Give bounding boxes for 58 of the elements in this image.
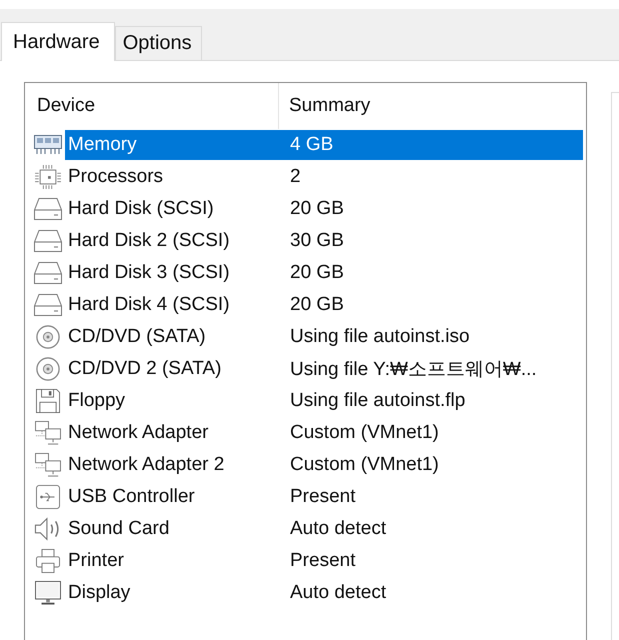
memory-module-icon — [34, 133, 62, 157]
device-name: CD/DVD 2 (SATA) — [67, 358, 222, 380]
summary-text: Present — [289, 550, 356, 572]
device-row[interactable]: Hard Disk 4 (SCSI) 20 GB — [65, 290, 583, 320]
printer-icon — [34, 549, 62, 573]
device-name: Floppy — [67, 390, 126, 412]
network-computers-icon — [34, 453, 62, 477]
device-name: Display — [67, 582, 132, 604]
device-row[interactable]: Memory 4 GB — [65, 130, 583, 160]
device-row[interactable]: Hard Disk (SCSI) 20 GB — [65, 194, 583, 224]
device-name: Memory — [67, 134, 138, 156]
device-row[interactable]: Printer Present — [65, 546, 583, 576]
monitor-icon — [34, 581, 62, 605]
device-name: Network Adapter 2 — [67, 454, 226, 476]
chip-icon — [34, 165, 62, 189]
device-row[interactable]: CD/DVD (SATA) Using file autoinst.iso — [65, 322, 583, 352]
column-header[interactable]: Device — [25, 83, 279, 129]
summary-text: 4 GB — [289, 134, 334, 156]
device-name: Processors — [67, 166, 164, 188]
summary-text: 20 GB — [289, 262, 345, 284]
summary-text: 2 — [289, 166, 302, 188]
tab[interactable]: Options — [114, 26, 202, 60]
device-row[interactable]: Hard Disk 3 (SCSI) 20 GB — [65, 258, 583, 288]
disc-icon — [34, 357, 62, 381]
summary-text: Auto detect — [289, 518, 388, 540]
device-name: Hard Disk (SCSI) — [67, 198, 215, 220]
device-row[interactable]: Floppy Using file autoinst.flp — [65, 386, 583, 416]
device-row[interactable]: Network Adapter 2 Custom (VMnet1) — [65, 450, 583, 480]
usb-icon — [34, 485, 62, 509]
summary-text: Using file autoinst.iso — [289, 326, 471, 348]
device-name: CD/DVD (SATA) — [67, 326, 207, 348]
device-row[interactable]: Hard Disk 2 (SCSI) 30 GB — [65, 226, 583, 256]
device-name: Hard Disk 3 (SCSI) — [67, 262, 231, 284]
device-row[interactable]: Sound Card Auto detect — [65, 514, 583, 544]
device-name: Hard Disk 2 (SCSI) — [67, 230, 231, 252]
device-row[interactable]: Display Auto detect — [65, 578, 583, 608]
summary-text: Custom (VMnet1) — [289, 454, 440, 476]
device-name: Hard Disk 4 (SCSI) — [67, 294, 231, 316]
device-name: Sound Card — [67, 518, 170, 540]
disc-icon — [34, 325, 62, 349]
summary-text: Using file autoinst.flp — [289, 390, 466, 412]
summary-text: 20 GB — [289, 198, 345, 220]
device-row[interactable]: USB Controller Present — [65, 482, 583, 512]
device-row[interactable]: Network Adapter Custom (VMnet1) — [65, 418, 583, 448]
summary-text: Custom (VMnet1) — [289, 422, 440, 444]
device-row[interactable]: Processors 2 — [65, 162, 583, 192]
summary-text: Present — [289, 486, 356, 508]
summary-text: Auto detect — [289, 582, 388, 604]
summary-text: Using file Y:₩소프트웨어₩... — [289, 358, 538, 382]
device-name: Printer — [67, 550, 125, 572]
device-name: Network Adapter — [67, 422, 210, 444]
device-row[interactable]: CD/DVD 2 (SATA) Using file Y:₩소프트웨어₩... — [65, 354, 583, 384]
tab[interactable]: Hardware — [1, 22, 115, 61]
summary-text: 20 GB — [289, 294, 345, 316]
column-header[interactable]: Summary — [279, 83, 370, 129]
summary-text: 30 GB — [289, 230, 345, 252]
network-computers-icon — [34, 421, 62, 445]
device-name: USB Controller — [67, 486, 196, 508]
